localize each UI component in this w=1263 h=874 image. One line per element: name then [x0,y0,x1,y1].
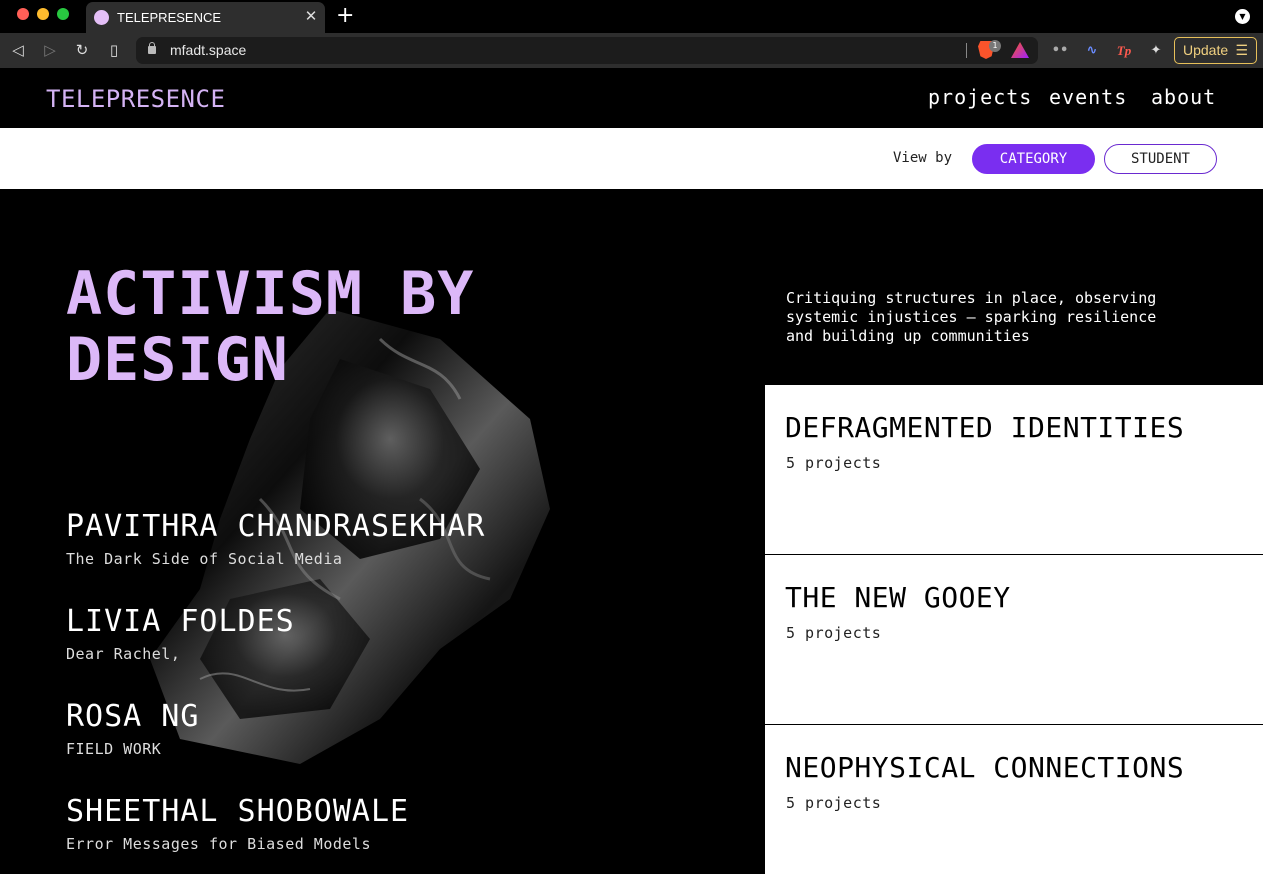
window-close-button[interactable] [17,8,29,20]
category-card-title: DEFRAGMENTED IDENTITIES [785,411,1185,444]
category-toggle-button[interactable]: CATEGORY [972,144,1095,174]
student-toggle-button[interactable]: STUDENT [1104,144,1217,174]
student-name[interactable]: LIVIA FOLDES [66,604,295,639]
category-description: Critiquing structures in place, observin… [786,289,1157,345]
back-icon[interactable]: ◁ [8,40,28,60]
divider [966,43,967,58]
tp-extension-icon[interactable]: Tp [1113,40,1135,62]
project-title[interactable]: FIELD WORK [66,740,199,758]
view-by-bar: View by CATEGORY STUDENT [0,128,1263,189]
category-card-title: NEOPHYSICAL CONNECTIONS [785,751,1185,784]
tab-menu-icon[interactable]: ▼ [1235,9,1250,24]
student-entry[interactable]: LIVIA FOLDES Dear Rachel, [66,604,295,663]
category-card-defragmented-identities[interactable]: DEFRAGMENTED IDENTITIES 5 projects [765,385,1263,555]
brave-rewards-icon[interactable] [1011,42,1029,58]
project-title[interactable]: The Dark Side of Social Media [66,550,485,568]
project-title[interactable]: Dear Rachel, [66,645,295,663]
category-card-title: THE NEW GOOEY [785,581,1011,614]
category-card-neophysical-connections[interactable]: NEOPHYSICAL CONNECTIONS 5 projects [765,725,1263,874]
lock-icon [148,42,156,54]
waveform-extension-icon[interactable]: ∿ [1081,40,1103,62]
category-card-the-new-gooey[interactable]: THE NEW GOOEY 5 projects [765,555,1263,725]
window-maximize-button[interactable] [57,8,69,20]
address-bar[interactable]: mfadt.space 1 [136,37,1038,64]
window-minimize-button[interactable] [37,8,49,20]
site-logo[interactable]: TELEPRESENCE [46,85,225,113]
extension-icon[interactable]: •• [1049,40,1071,62]
new-tab-icon[interactable]: + [336,5,354,27]
update-label: Update [1183,42,1229,58]
browser-tab[interactable]: TELEPRESENCE ✕ [86,2,325,33]
student-name[interactable]: PAVITHRA CHANDRASEKHAR [66,509,485,544]
puzzle-icon[interactable]: ✦ [1145,40,1167,62]
url-text[interactable]: mfadt.space [170,42,246,58]
student-name[interactable]: SHEETHAL SHOBOWALE [66,794,409,829]
nav-about[interactable]: about [1151,85,1216,109]
project-count: 5 projects [786,794,882,812]
nav-events[interactable]: events [1049,85,1127,109]
shields-count-badge: 1 [989,40,1001,52]
student-entry[interactable]: PAVITHRA CHANDRASEKHAR The Dark Side of … [66,509,485,568]
project-title[interactable]: Error Messages for Biased Models [66,835,409,853]
menu-icon: ☰ [1235,42,1248,58]
student-name[interactable]: ROSA NG [66,699,199,734]
reload-icon[interactable]: ↻ [72,40,92,60]
forward-icon[interactable]: ▷ [40,40,60,60]
student-entry[interactable]: ROSA NG FIELD WORK [66,699,199,758]
student-entry[interactable]: SHEETHAL SHOBOWALE Error Messages for Bi… [66,794,409,853]
favicon-icon [94,10,109,25]
project-count: 5 projects [786,624,882,642]
browser-tab-bar: TELEPRESENCE ✕ + ▼ [0,0,1263,33]
close-icon[interactable]: ✕ [303,7,319,25]
nav-projects[interactable]: projects [928,85,1032,109]
browser-toolbar: ◁ ▷ ↻ ▯ mfadt.space 1 •• ∿ Tp ✦ Update ☰ [0,33,1263,68]
project-count: 5 projects [786,454,882,472]
tab-title: TELEPRESENCE [117,10,222,25]
category-title: ACTIVISM BY DESIGN [66,259,475,395]
main-content: ACTIVISM BY DESIGN PAVITHRA CHANDRASEKHA… [0,189,1263,874]
bookmark-icon[interactable]: ▯ [104,40,124,60]
site-header: TELEPRESENCE projects events about [0,68,1263,128]
update-button[interactable]: Update ☰ [1174,37,1257,64]
view-by-label: View by [893,150,953,166]
